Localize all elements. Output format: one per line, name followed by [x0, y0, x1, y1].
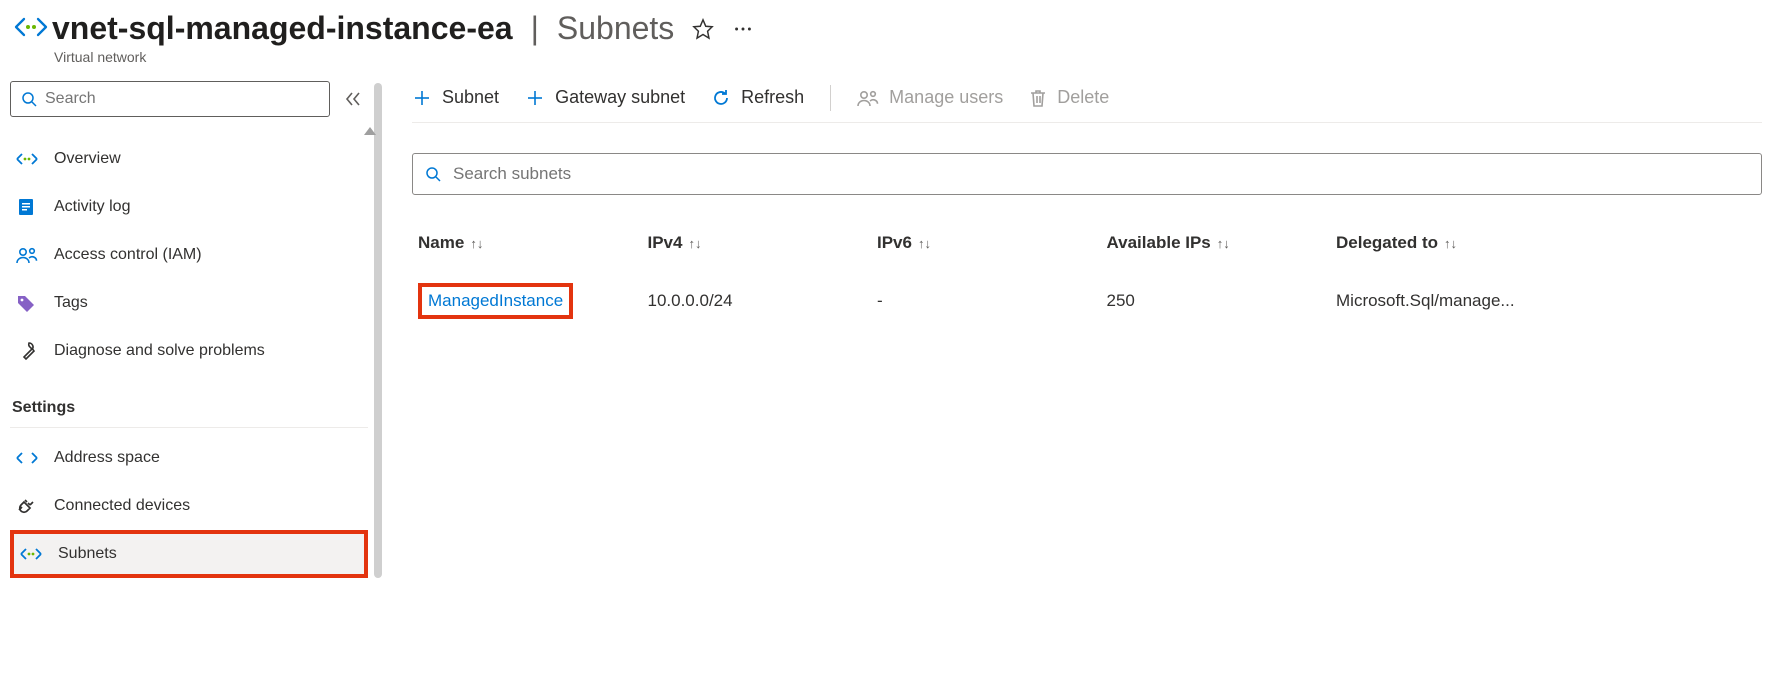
add-gateway-subnet-button[interactable]: Gateway subnet [525, 87, 685, 108]
sort-icon: ↑↓ [688, 236, 701, 251]
people-icon [16, 246, 40, 264]
favorite-star-icon[interactable] [692, 18, 714, 40]
title-separator: | [531, 10, 539, 47]
sidebar-item-label: Activity log [54, 198, 130, 216]
subnet-name-link[interactable]: ManagedInstance [418, 283, 573, 319]
log-icon [16, 197, 40, 217]
table-row[interactable]: ManagedInstance 10.0.0.0/24 - 250 Micros… [412, 271, 1762, 331]
subnet-search-input[interactable] [453, 164, 1749, 184]
sort-icon: ↑↓ [470, 236, 483, 251]
sidebar-nav: Overview Activity log [10, 135, 368, 578]
plug-icon [16, 496, 40, 516]
toolbar: Subnet Gateway subnet Refresh [412, 79, 1762, 123]
address-space-icon [16, 451, 40, 465]
sidebar-item-address-space[interactable]: Address space [10, 434, 368, 482]
toolbar-label: Gateway subnet [555, 87, 685, 108]
sidebar-item-activity-log[interactable]: Activity log [10, 183, 368, 231]
resource-type-label: Virtual network [54, 49, 754, 65]
cell-available-ips: 250 [1101, 271, 1331, 331]
subnets-icon [20, 547, 44, 561]
sidebar-section-settings: Settings [10, 375, 368, 428]
toolbar-label: Refresh [741, 87, 804, 108]
manage-users-button: Manage users [857, 87, 1003, 108]
wrench-icon [16, 341, 40, 361]
sidebar-item-iam[interactable]: Access control (IAM) [10, 231, 368, 279]
sidebar-item-overview[interactable]: Overview [10, 135, 368, 183]
toolbar-label: Subnet [442, 87, 499, 108]
sort-icon: ↑↓ [918, 236, 931, 251]
vnet-small-icon [16, 152, 40, 166]
cell-delegated-to: Microsoft.Sql/manage... [1330, 271, 1762, 331]
col-delegated-to[interactable]: Delegated to↑↓ [1330, 223, 1762, 271]
toolbar-separator [830, 85, 831, 111]
toolbar-label: Manage users [889, 87, 1003, 108]
people-icon [857, 89, 879, 107]
col-name[interactable]: Name↑↓ [412, 223, 642, 271]
more-icon[interactable] [732, 18, 754, 40]
col-available-ips[interactable]: Available IPs↑↓ [1101, 223, 1331, 271]
subnets-table: Name↑↓ IPv4↑↓ IPv6↑↓ Available IPs↑↓ Del… [412, 223, 1762, 331]
main-content: Subnet Gateway subnet Refresh [412, 73, 1782, 578]
page-title: Subnets [557, 10, 674, 47]
resource-title: vnet-sql-managed-instance-ea [52, 10, 513, 47]
search-icon [425, 166, 441, 182]
col-ipv4[interactable]: IPv4↑↓ [642, 223, 872, 271]
table-header-row: Name↑↓ IPv4↑↓ IPv6↑↓ Available IPs↑↓ Del… [412, 223, 1762, 271]
col-ipv6[interactable]: IPv6↑↓ [871, 223, 1101, 271]
sort-icon: ↑↓ [1217, 236, 1230, 251]
sidebar-item-subnets[interactable]: Subnets [10, 530, 368, 578]
sidebar-item-diagnose[interactable]: Diagnose and solve problems [10, 327, 368, 375]
vnet-icon [14, 16, 52, 38]
sidebar-item-tags[interactable]: Tags [10, 279, 368, 327]
plus-icon [412, 88, 432, 108]
scroll-up-icon[interactable] [362, 125, 378, 137]
plus-icon [525, 88, 545, 108]
cell-ipv6: - [871, 271, 1101, 331]
sidebar: Overview Activity log [0, 73, 368, 578]
sidebar-search[interactable] [10, 81, 330, 117]
sidebar-item-label: Diagnose and solve problems [54, 342, 265, 360]
sidebar-item-label: Overview [54, 150, 121, 168]
page-header: vnet-sql-managed-instance-ea | Subnets V… [0, 0, 1782, 73]
scrollbar-rail[interactable] [374, 83, 382, 578]
sidebar-item-label: Subnets [58, 545, 117, 563]
sidebar-item-label: Connected devices [54, 497, 190, 515]
collapse-sidebar-icon[interactable] [344, 90, 362, 108]
add-subnet-button[interactable]: Subnet [412, 87, 499, 108]
toolbar-label: Delete [1057, 87, 1109, 108]
refresh-icon [711, 88, 731, 108]
cell-ipv4: 10.0.0.0/24 [642, 271, 872, 331]
sort-icon: ↑↓ [1444, 236, 1457, 251]
trash-icon [1029, 88, 1047, 108]
delete-button: Delete [1029, 87, 1109, 108]
sidebar-item-label: Access control (IAM) [54, 246, 202, 264]
subnet-search[interactable] [412, 153, 1762, 195]
refresh-button[interactable]: Refresh [711, 87, 804, 108]
tag-icon [16, 293, 40, 313]
sidebar-item-label: Address space [54, 449, 160, 467]
sidebar-search-input[interactable] [45, 90, 319, 108]
search-icon [21, 91, 37, 107]
sidebar-item-label: Tags [54, 294, 88, 312]
sidebar-item-connected-devices[interactable]: Connected devices [10, 482, 368, 530]
